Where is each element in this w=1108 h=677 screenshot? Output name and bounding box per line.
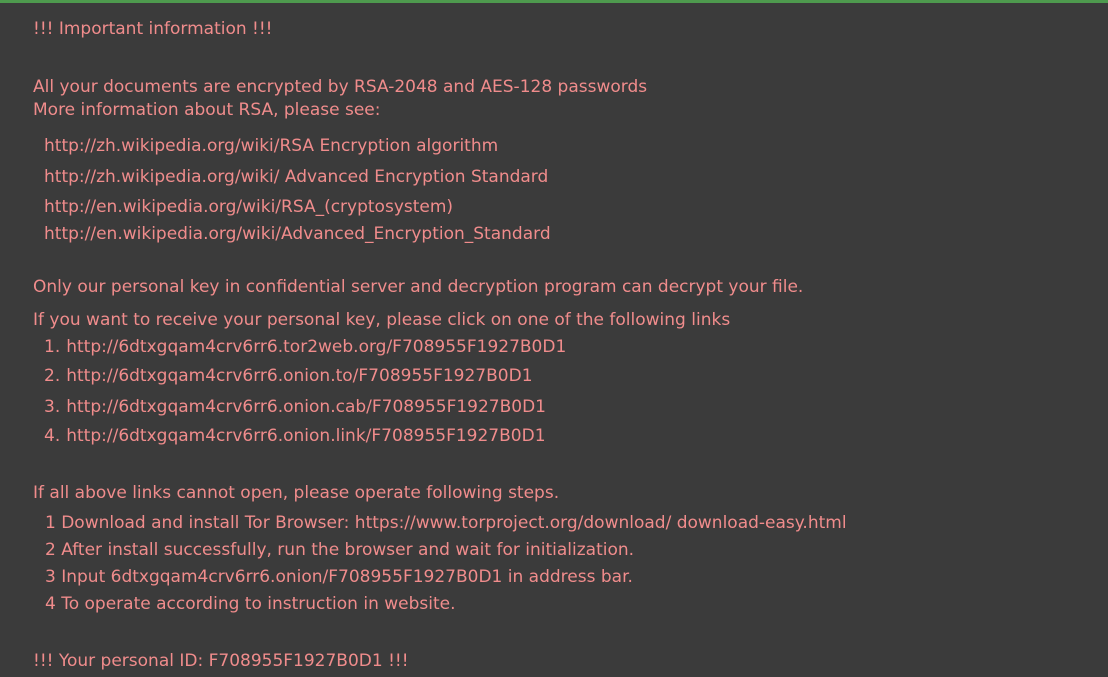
personal-id: !!! Your personal ID: F708955F1927B0D1 !…	[33, 651, 409, 671]
reference-link-1: http://zh.wikipedia.org/wiki/RSA Encrypt…	[44, 136, 499, 156]
personal-key-notice: Only our personal key in confidential se…	[33, 277, 804, 297]
reference-link-4: http://en.wikipedia.org/wiki/Advanced_En…	[44, 224, 551, 244]
step-3: 3 Input 6dtxgqam4crv6rr6.onion/F708955F1…	[45, 567, 633, 587]
step-4: 4 To operate according to instruction in…	[45, 594, 456, 614]
payment-link-url: http://6dtxgqam4crv6rr6.onion.link/F7089…	[66, 426, 546, 446]
payment-link-2: 2. http://6dtxgqam4crv6rr6.onion.to/F7089…	[44, 365, 533, 387]
receive-key-instruction: If you want to receive your personal key…	[33, 310, 731, 330]
fallback-intro: If all above links cannot open, please o…	[33, 483, 560, 503]
step-1: 1 Download and install Tor Browser: http…	[45, 513, 847, 533]
encryption-notice: All your documents are encrypted by RSA-…	[33, 77, 648, 97]
payment-link-number: 4.	[44, 426, 61, 446]
ransom-note-text: !!! Important information !!! All your d…	[0, 0, 1108, 677]
payment-link-number: 2.	[44, 366, 61, 386]
payment-link-1: 1. http://6dtxgqam4crv6rr6.tor2web.org/F7…	[44, 336, 566, 358]
step-2: 2 After install successfully, run the br…	[45, 540, 635, 560]
payment-link-url: http://6dtxgqam4crv6rr6.tor2web.org/F708…	[66, 337, 567, 357]
reference-link-3: http://en.wikipedia.org/wiki/RSA_(crypto…	[44, 197, 454, 217]
reference-link-2: http://zh.wikipedia.org/wiki/ Advanced E…	[44, 167, 549, 187]
payment-link-number: 3.	[44, 397, 61, 417]
payment-link-3: 3. http://6dtxgqam4crv6rr6.onion.cab/F708…	[44, 396, 546, 418]
payment-link-url: http://6dtxgqam4crv6rr6.onion.cab/F70895…	[66, 397, 546, 417]
payment-link-number: 1.	[44, 337, 61, 357]
payment-link-4: 4. http://6dtxgqam4crv6rr6.onion.link/F70…	[44, 425, 546, 447]
note-header: !!! Important information !!!	[33, 19, 273, 39]
payment-link-url: http://6dtxgqam4crv6rr6.onion.to/F708955…	[66, 366, 533, 386]
ransom-note-window: !!! Important information !!! All your d…	[0, 0, 1108, 677]
more-info-line: More information about RSA, please see:	[33, 100, 381, 120]
